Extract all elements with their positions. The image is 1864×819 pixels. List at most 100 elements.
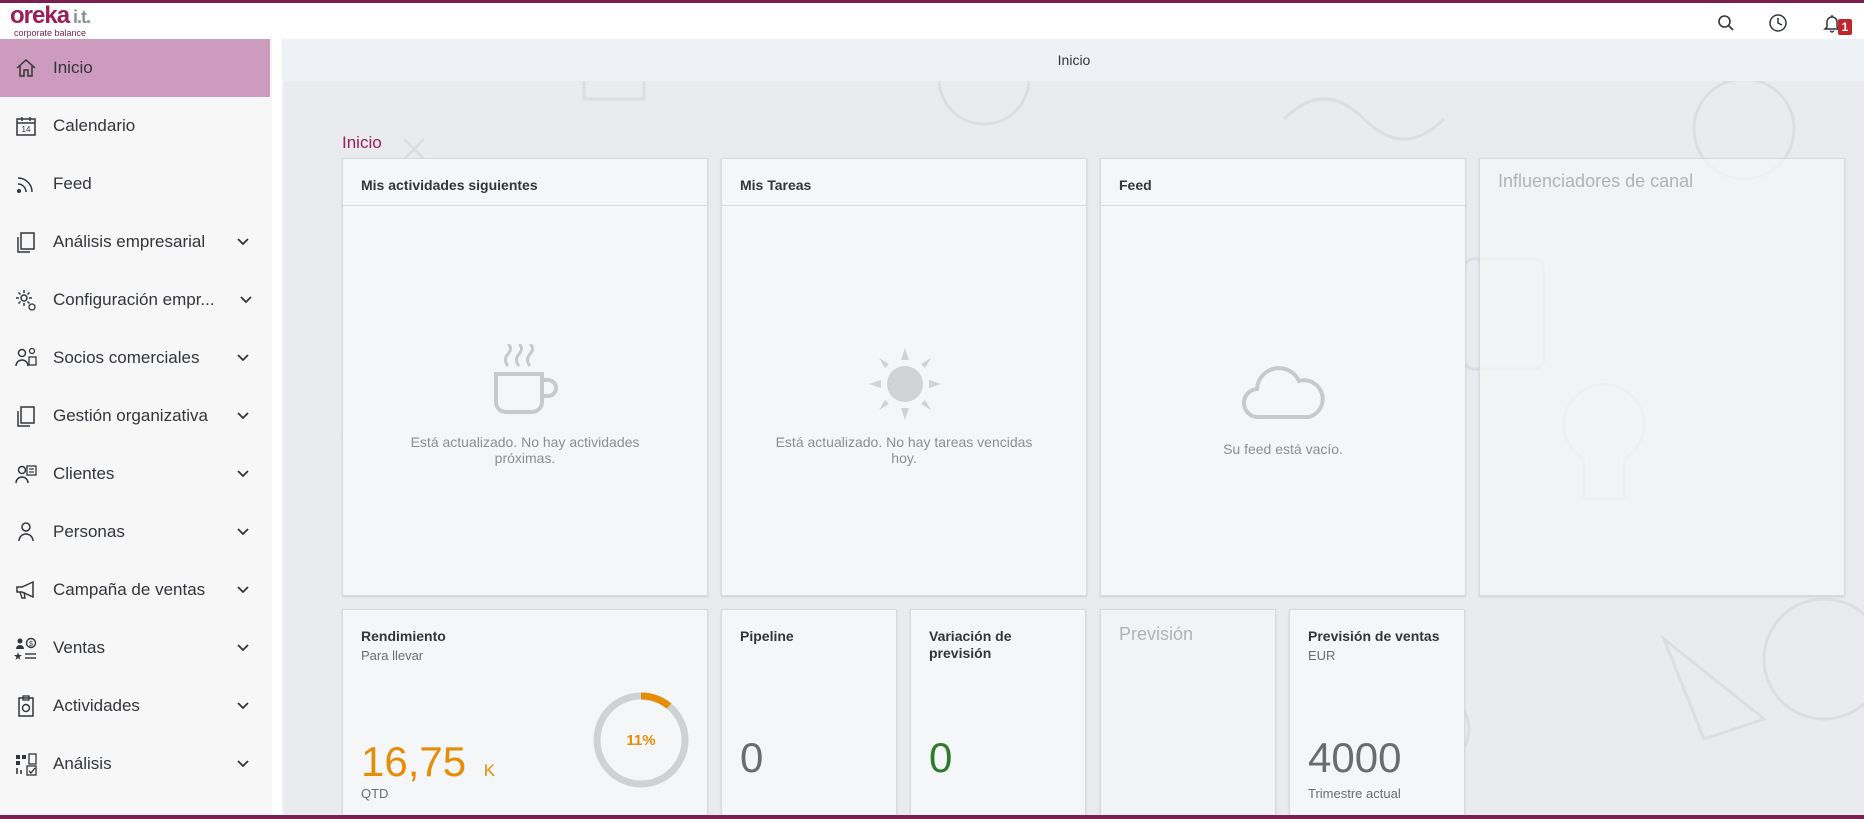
nav-item-configuracion-empresarial[interactable]: Configuración empr... — [0, 271, 270, 329]
page-title: Inicio — [1057, 52, 1091, 68]
copy-icon — [13, 229, 39, 255]
coffee-cup-icon — [494, 344, 558, 414]
kpi-value: 4000 — [1308, 734, 1402, 781]
nav-item-calendario[interactable]: 14 Calendario — [0, 97, 270, 155]
nav-item-clientes[interactable]: Clientes — [0, 445, 270, 503]
settings-icon — [13, 287, 39, 313]
sales-icon: $ — [13, 635, 39, 661]
tile-pipeline[interactable]: Pipeline 0 — [721, 609, 897, 815]
nav-item-feed[interactable]: Feed — [0, 155, 270, 213]
kpi-value: 0 — [740, 734, 764, 781]
tile-rendimiento[interactable]: Rendimiento Para llevar 16,75 K QTD 11% — [342, 609, 708, 815]
feed-icon — [13, 171, 39, 197]
nav-label: Inicio — [53, 58, 93, 77]
tile-title: Rendimiento — [361, 628, 446, 644]
chevron-down-icon[interactable] — [234, 349, 252, 367]
breadcrumb[interactable]: Inicio — [342, 133, 382, 153]
tile-title: Previsión — [1119, 624, 1194, 644]
chevron-down-icon[interactable] — [234, 697, 252, 715]
cloud-icon — [1241, 366, 1325, 420]
chevron-down-icon[interactable] — [237, 291, 255, 309]
sun-icon — [869, 348, 941, 420]
tile-mis-actividades[interactable]: Mis actividades siguientes Está actualiz… — [342, 158, 708, 596]
home-icon — [13, 55, 39, 81]
analytics-icon — [13, 751, 39, 777]
nav-item-inicio[interactable]: Inicio — [0, 39, 270, 97]
nav-label: Configuración empr... — [53, 290, 215, 309]
kpi-unit: K — [483, 761, 496, 780]
empty-message: Está actualizado. No hay actividades pró… — [410, 434, 640, 466]
chevron-down-icon[interactable] — [234, 407, 252, 425]
chevron-down-icon[interactable] — [234, 465, 252, 483]
notification-badge: 1 — [1838, 19, 1852, 35]
chevron-down-icon[interactable] — [234, 523, 252, 541]
tile-divider — [1101, 205, 1465, 206]
chevron-down-icon[interactable] — [234, 755, 252, 773]
tile-divider — [343, 205, 707, 206]
tile-title: Influenciadores de canal — [1498, 171, 1694, 191]
nav-label: Gestión organizativa — [53, 406, 208, 425]
logo-tagline: corporate balance — [14, 28, 87, 38]
tile-subtitle: EUR — [1308, 648, 1336, 663]
tile-title: Mis actividades siguientes — [361, 177, 538, 193]
nav-label: Calendario — [53, 116, 136, 135]
page-title-bar: Inicio — [284, 39, 1864, 81]
sidebar-scrollbar[interactable] — [272, 39, 282, 815]
tile-divider — [722, 205, 1086, 206]
kpi-value: 0 — [929, 734, 953, 781]
kpi-period: Trimestre actual — [1308, 786, 1401, 801]
company-logo[interactable]: oreka i.t. corporate balance — [10, 2, 120, 39]
tile-variacion-de-prevision[interactable]: Variación de previsión 0 — [910, 609, 1086, 815]
tile-influenciadores-de-canal[interactable]: Influenciadores de canal — [1479, 158, 1845, 596]
logo-it: i.t. — [73, 7, 91, 27]
partners-icon — [13, 345, 39, 371]
main-content: Inicio Inicio Mis actividades siguientes… — [284, 39, 1864, 815]
shell-header: oreka i.t. corporate balance 1 — [0, 3, 1864, 39]
bottom-accent-line — [0, 815, 1864, 819]
progress-ring: 11% — [593, 692, 689, 788]
nav-item-ventas[interactable]: $ Ventas — [0, 619, 270, 677]
customers-icon — [13, 461, 39, 487]
svg-text:14: 14 — [22, 125, 31, 134]
tile-title: Variación de previsión — [929, 628, 1012, 661]
nav-item-analisis[interactable]: Análisis — [0, 735, 270, 793]
nav-label: Feed — [53, 174, 92, 193]
megaphone-icon — [13, 577, 39, 603]
kpi-value: 16,75 K — [361, 738, 495, 786]
nav-label: Análisis — [53, 754, 112, 773]
logo-word: oreka — [10, 2, 70, 29]
nav-item-actividades[interactable]: Actividades — [0, 677, 270, 735]
tile-prevision[interactable]: Previsión — [1100, 609, 1276, 815]
nav-label: Análisis empresarial — [53, 232, 206, 251]
nav-label: Campaña de ventas — [53, 580, 206, 599]
chevron-down-icon[interactable] — [234, 581, 252, 599]
nav-item-gestion-organizativa[interactable]: Gestión organizativa — [0, 387, 270, 445]
clock-icon[interactable] — [1764, 9, 1792, 37]
empty-message: Su feed está vacío. — [1223, 441, 1343, 457]
nav-label: Socios comerciales — [53, 348, 200, 367]
tile-feed[interactable]: Feed Su feed está vacío. — [1100, 158, 1466, 596]
kpi-period: QTD — [361, 786, 389, 801]
notifications-button[interactable]: 1 — [1818, 9, 1852, 37]
nav-label: Ventas — [53, 638, 105, 657]
nav-item-socios-comerciales[interactable]: Socios comerciales — [0, 329, 270, 387]
tile-subtitle: Para llevar — [361, 648, 424, 663]
nav-label: Actividades — [53, 696, 140, 715]
activity-icon — [13, 693, 39, 719]
chevron-down-icon[interactable] — [234, 233, 252, 251]
nav-label: Personas — [53, 522, 125, 541]
tile-prevision-de-ventas[interactable]: Previsión de ventas EUR 4000 Trimestre a… — [1289, 609, 1465, 815]
chevron-down-icon[interactable] — [234, 639, 252, 657]
navigation-sidebar: Inicio 14 Calendario Feed Análisis empre… — [0, 39, 282, 815]
tile-title: Pipeline — [740, 628, 794, 644]
kpi-number: 16,75 — [361, 738, 467, 785]
nav-item-campana-de-ventas[interactable]: Campaña de ventas — [0, 561, 270, 619]
calendar-icon: 14 — [13, 113, 39, 139]
tile-mis-tareas[interactable]: Mis Tareas Está actualizado. No hay tare… — [721, 158, 1087, 596]
nav-item-personas[interactable]: Personas — [0, 503, 270, 561]
search-icon[interactable] — [1712, 9, 1740, 37]
nav-item-analisis-empresarial[interactable]: Análisis empresarial — [0, 213, 270, 271]
empty-message: Está actualizado. No hay tareas vencidas… — [775, 434, 1033, 466]
svg-text:$: $ — [29, 641, 33, 648]
tile-title: Mis Tareas — [740, 177, 812, 193]
